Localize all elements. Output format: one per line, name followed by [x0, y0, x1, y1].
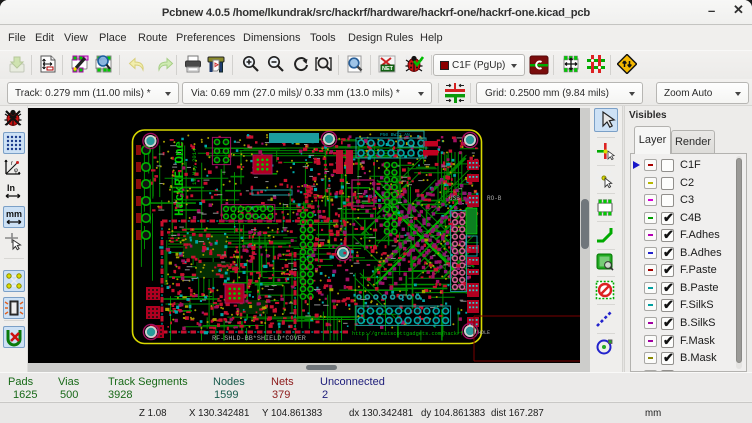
svg-text:HOLE: HOLE	[478, 330, 490, 336]
svg-text:RO-B: RO-B	[487, 195, 502, 202]
svg-text:19 May 2014: 19 May 2014	[191, 148, 198, 185]
svg-text:mm: mm	[6, 209, 22, 219]
svg-text:φ: φ	[14, 168, 18, 174]
svg-text:USB: USB	[449, 195, 460, 202]
svg-text:http://greatscottgadgets.com/h: http://greatscottgadgets.com/hackrf	[352, 331, 463, 337]
svg-text:P50 BW12.AN: P50 BW12.AN	[380, 132, 410, 138]
svg-text:r: r	[11, 161, 13, 167]
svg-text:RF-SHLD-BB*SHIELD*COVER: RF-SHLD-BB*SHIELD*COVER	[212, 335, 306, 343]
svg-text:HackRF One: HackRF One	[173, 141, 187, 216]
svg-text:NET: NET	[382, 66, 394, 72]
svg-text:In: In	[7, 183, 15, 193]
